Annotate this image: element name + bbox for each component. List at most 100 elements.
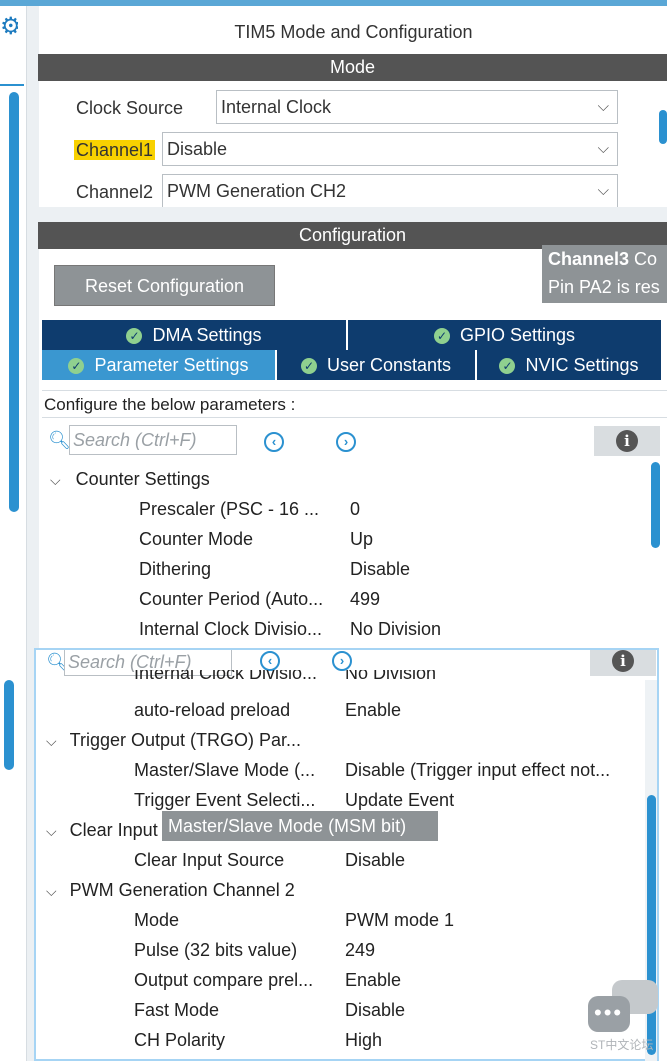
table-row[interactable]: Pulse (32 bits value) 249 [36,935,646,965]
top-accent-bar [0,0,667,6]
check-circle-icon: ✓ [433,328,450,344]
page-title: TIM5 Mode and Configuration [234,22,473,42]
chevron-down-icon: ⌵ [597,98,609,115]
tab-label: GPIO Settings [459,325,576,345]
param-value: PWM mode 1 [345,910,455,930]
param-name: Prescaler (PSC - 16 ... [139,499,320,519]
chevron-left-circle-icon[interactable]: ‹ [264,432,284,452]
group-label: PWM Generation Channel 2 [69,880,295,900]
group-label: Trigger Output (TRGO) Par... [69,730,302,750]
table-row[interactable]: Prescaler (PSC - 16 ... 0 [0,494,640,524]
param-value: No Division [345,670,437,683]
param-name: CH Polarity [134,1030,226,1050]
info-button[interactable]: i [594,426,660,456]
table-row[interactable]: Master/Slave Mode (... Disable (Trigger … [36,755,646,785]
group-counter-settings[interactable]: ⌵ Counter Settings [50,464,210,495]
check-circle-icon: ✓ [126,328,143,344]
chevron-down-icon: ⌵ [597,182,609,199]
table-row[interactable]: Output compare prel... Enable [36,965,646,995]
param-tooltip: Master/Slave Mode (MSM bit) [162,811,438,841]
table-row[interactable]: Mode PWM mode 1 [36,905,646,935]
tab-gpio-settings[interactable]: ✓ GPIO Settings [348,320,663,350]
table-row[interactable]: Internal Clock Divisio... No Division [0,614,640,644]
param-value: Disable (Trigger input effect not... [345,760,611,780]
chevron-left-circle-icon[interactable]: ‹ [260,651,280,671]
table-row[interactable]: Counter Mode Up [0,524,640,554]
params-scrollbar[interactable] [651,462,660,548]
param-name: Mode [134,910,180,930]
chevron-down-icon: ⌵ [597,140,609,157]
param-value: 249 [345,940,376,960]
chevron-down-icon: ⌵ [50,472,61,488]
search-icon: 🔍︎ [48,430,71,450]
check-circle-icon: ✓ [68,358,85,374]
param-name: Internal Clock Divisio... [134,670,318,683]
clock-source-select[interactable]: Internal Clock ⌵ [216,90,618,124]
tab-label: NVIC Settings [525,355,639,375]
channel1-value: Disable [167,139,228,159]
group-clear-input[interactable]: ⌵ Clear Input [46,815,158,846]
info-icon: i [612,650,634,672]
table-row[interactable]: CH Polarity High [36,1025,646,1055]
tab-parameter-settings[interactable]: ✓ Parameter Settings [42,350,277,380]
clock-source-label: Clock Source [76,98,184,118]
gear-icon[interactable]: ⚙ [0,14,18,40]
channel3-tooltip-line1: Channel3 Co [548,249,658,269]
param-name: Counter Mode [139,529,254,549]
param-value: Enable [345,700,402,720]
param-name: auto-reload preload [134,700,291,720]
channel3-tooltip-line2: Pin PA2 is res [548,277,660,297]
check-circle-icon: ✓ [300,358,317,374]
mode-scrollbar[interactable] [659,110,667,144]
table-row[interactable]: auto-reload preload Enable [36,695,646,725]
param-value: Disable [345,850,406,870]
left-scrollbar[interactable] [9,92,19,512]
left-panel-divider [0,84,24,86]
channel3-tooltip: Channel3 Co Pin PA2 is res [542,245,667,303]
param-name: Output compare prel... [134,970,314,990]
tab-nvic-settings[interactable]: ✓ NVIC Settings [477,350,663,380]
param-value: 499 [350,589,381,609]
tab-user-constants[interactable]: ✓ User Constants [277,350,477,380]
channel1-select[interactable]: Disable ⌵ [162,132,618,166]
group-trigger-output[interactable]: ⌵ Trigger Output (TRGO) Par... [46,725,301,756]
table-row[interactable]: Dithering Disable [0,554,640,584]
param-name: Clear Input Source [134,850,285,870]
left-scrollbar-lower[interactable] [4,680,14,770]
section-separator[interactable] [38,207,667,222]
param-name: Counter Period (Auto... [139,589,324,609]
search-input[interactable]: Search (Ctrl+F) [69,425,237,455]
chevron-right-circle-icon[interactable]: › [332,651,352,671]
channel2-select[interactable]: PWM Generation CH2 ⌵ [162,174,618,208]
group-pwm-generation-channel-2[interactable]: ⌵ PWM Generation Channel 2 [46,875,295,906]
chevron-down-icon: ⌵ [46,883,57,899]
reset-configuration-button[interactable]: Reset Configuration [54,265,275,306]
param-name: Dithering [139,559,212,579]
overlay-scrollbar[interactable] [647,795,656,1055]
table-row[interactable]: Counter Period (Auto... 499 [0,584,640,614]
mode-header: Mode [38,54,667,81]
chevron-right-circle-icon[interactable]: › [336,432,356,452]
channel1-label-text: Channel1 [74,140,156,160]
chevron-down-icon: ⌵ [46,733,57,749]
chevron-down-icon: ⌵ [46,823,57,839]
tab-dma-settings[interactable]: ✓ DMA Settings [42,320,348,350]
param-value: No Division [350,619,442,639]
info-icon: i [616,430,638,452]
param-name: Pulse (32 bits value) [134,940,298,960]
table-row[interactable]: Internal Clock Divisio... No Division [36,670,646,690]
tab-label: Parameter Settings [94,355,249,375]
param-value: Up [350,529,374,549]
param-value: Disable [350,559,411,579]
tab-label: DMA Settings [152,325,262,345]
table-row[interactable]: Clear Input Source Disable [36,845,646,875]
channel1-label: Channel1 [74,136,156,164]
params-overlay-panel: 🔍︎ Search (Ctrl+F) ‹ › i Internal Clock … [34,648,659,1061]
watermark: ST中文论坛 [590,1038,654,1052]
channel2-label: Channel2 [76,182,154,202]
table-row[interactable]: Fast Mode Disable [36,995,646,1025]
chat-dots-icon: ••• [594,1000,624,1025]
configure-label: Configure the below parameters : [42,390,667,418]
param-name: Fast Mode [134,1000,220,1020]
group-label: Counter Settings [75,469,210,489]
